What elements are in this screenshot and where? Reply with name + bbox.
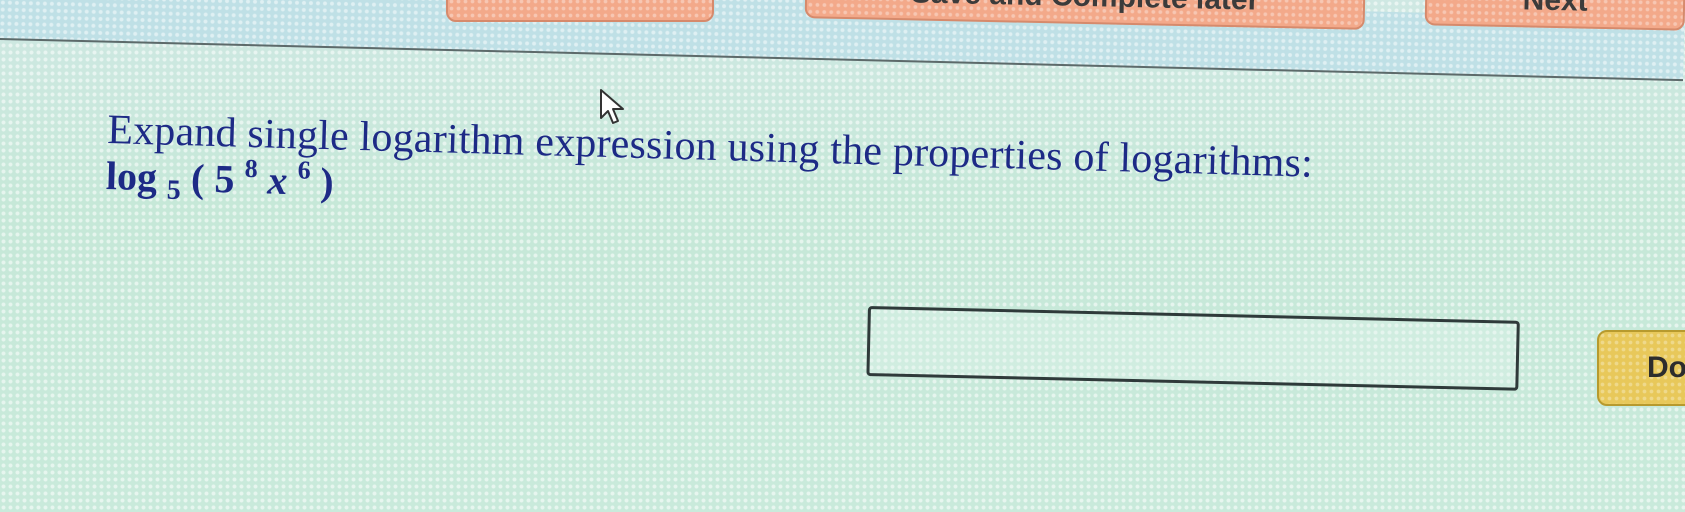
term-constant-exponent: 8 bbox=[244, 153, 259, 184]
answer-input[interactable] bbox=[866, 306, 1520, 391]
next-button[interactable]: Next bbox=[1424, 0, 1685, 31]
log-base: 5 bbox=[166, 174, 182, 207]
close-paren: ) bbox=[319, 158, 335, 205]
term-constant: 5 bbox=[213, 156, 236, 202]
open-paren: ( bbox=[190, 155, 206, 201]
term-variable: x bbox=[266, 157, 289, 204]
term-variable-exponent: 6 bbox=[297, 155, 312, 185]
previous-button[interactable] bbox=[446, 0, 714, 22]
question-panel: Expand single logarithm expression using… bbox=[105, 106, 1667, 243]
done-button[interactable]: Do bbox=[1597, 330, 1685, 406]
mouse-pointer-icon bbox=[600, 89, 624, 124]
log-function: log bbox=[105, 152, 158, 200]
